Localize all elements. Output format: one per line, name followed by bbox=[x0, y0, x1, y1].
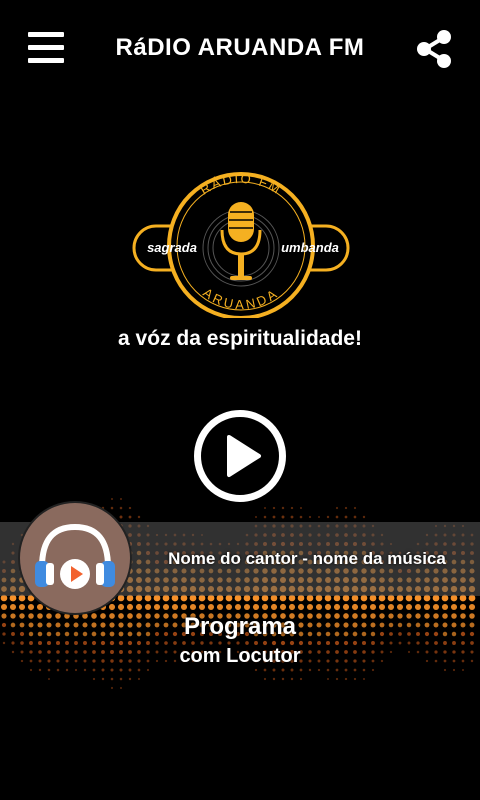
share-button[interactable] bbox=[414, 28, 456, 70]
headphones-play-icon bbox=[35, 523, 115, 589]
menu-button[interactable] bbox=[28, 32, 64, 64]
logo-left-text: sagrada bbox=[147, 240, 197, 255]
program-host: com Locutor bbox=[179, 645, 301, 667]
radio-logo: RÁDIO FM ARUANDA sagrada umbanda bbox=[130, 168, 352, 320]
hamburger-menu-icon-line bbox=[28, 45, 64, 50]
play-icon bbox=[227, 435, 261, 477]
app-title: RáDIO ARUANDA FM bbox=[115, 34, 365, 61]
slogan: a vóz da espiritualidade! bbox=[118, 327, 362, 350]
hamburger-menu-icon bbox=[28, 32, 64, 37]
share-icon bbox=[417, 30, 451, 68]
hamburger-menu-icon-line bbox=[28, 58, 64, 63]
now-playing-text: Nome do cantor - nome da música bbox=[168, 549, 446, 568]
app-bar: RáDIO ARUANDA FM bbox=[0, 0, 480, 100]
program-name: Programa bbox=[183, 613, 297, 640]
cover-avatar bbox=[18, 501, 132, 615]
logo-right-text: umbanda bbox=[281, 240, 339, 255]
play-button[interactable] bbox=[194, 410, 286, 502]
